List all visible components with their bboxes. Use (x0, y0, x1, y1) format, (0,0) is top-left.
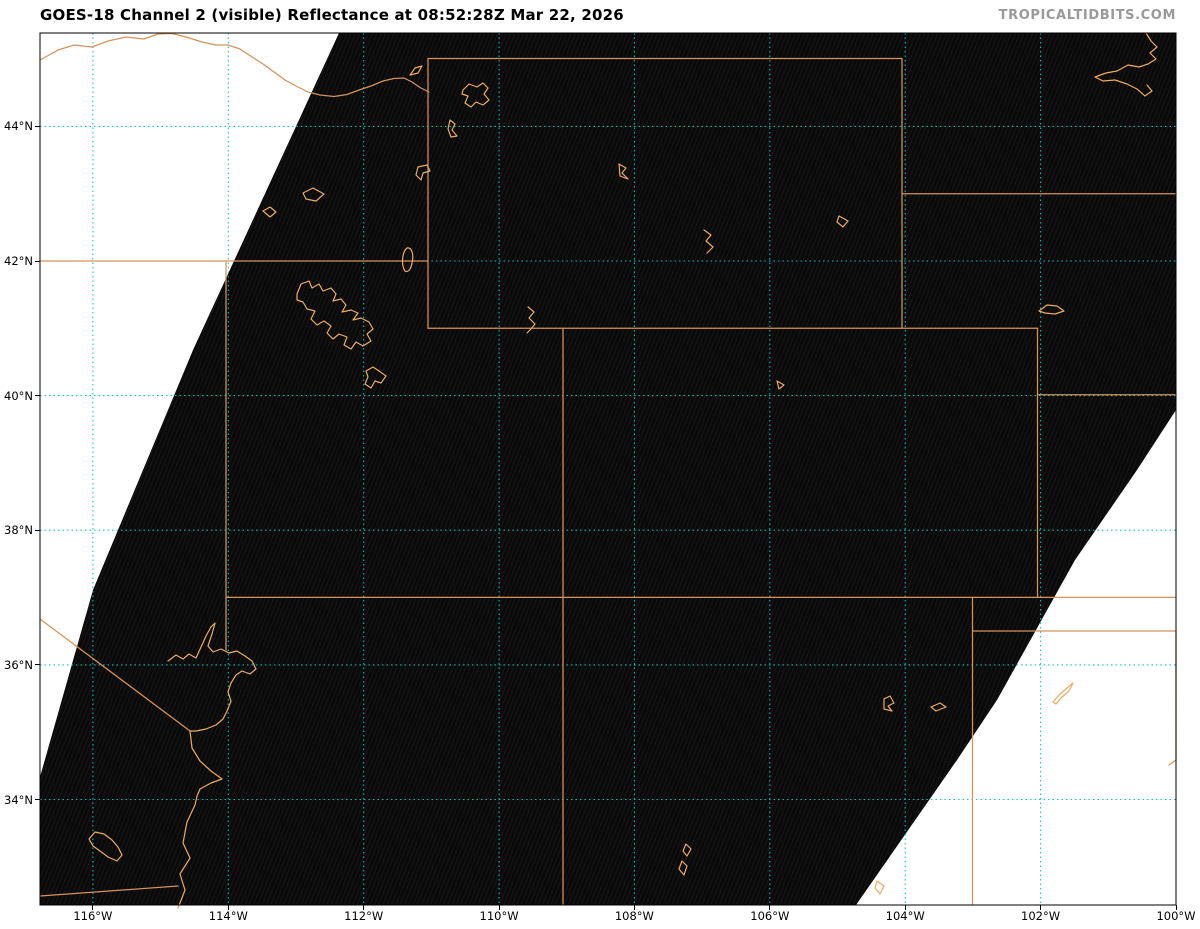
water-lake-mead-colorado-river (167, 622, 257, 909)
x-tick-label: 108°W (614, 909, 654, 923)
x-tick-label: 104°W (885, 909, 925, 923)
y-tick-label: 38°N (4, 523, 33, 538)
x-tick (92, 905, 94, 910)
x-tick-label: 116°W (73, 909, 113, 923)
water-bear-lake (401, 247, 414, 273)
water-riverside-reservoir (776, 380, 785, 390)
y-tick (35, 799, 40, 800)
map-canvas (39, 32, 1177, 909)
water-salton-sea (88, 831, 123, 862)
y-tick (35, 529, 40, 531)
y-tick-label: 40°N (4, 388, 33, 403)
x-tick (904, 905, 906, 910)
water-lake-oahe-missouri-river (1094, 32, 1158, 97)
border-wyoming-outline (427, 57, 903, 329)
y-tick (35, 260, 40, 262)
x-tick-label: 110°W (479, 909, 519, 923)
water-lake-mcconaughy (1038, 304, 1065, 315)
no-data-wedge-southeast (856, 410, 1176, 905)
no-data-regions (40, 33, 1176, 905)
x-tick (1175, 905, 1177, 910)
water-elephant-butte-reservoir (678, 843, 692, 876)
x-tick (363, 905, 365, 910)
water-mud-lake-area (262, 187, 325, 218)
x-tick (633, 905, 635, 910)
y-tick-label: 44°N (4, 119, 33, 134)
water-yellowstone-lake (461, 82, 490, 108)
y-tick (35, 125, 40, 127)
image-title: GOES-18 Channel 2 (visible) Reflectance … (40, 6, 624, 24)
x-tick-label: 112°W (344, 909, 384, 923)
water-seminoe-pathfinder-reservoirs (703, 229, 714, 254)
water-flaming-gorge-reservoir (526, 306, 536, 334)
water-hebgen-lake (409, 65, 423, 76)
x-tick (769, 905, 771, 910)
x-tick-label: 102°W (1021, 909, 1061, 923)
satellite-image-page: GOES-18 Channel 2 (visible) Reflectance … (0, 0, 1200, 929)
water-conchas-lake (883, 695, 895, 712)
y-tick-label: 42°N (4, 254, 33, 268)
water-jackson-lake (447, 119, 458, 138)
site-watermark: TROPICALTIDBITS.COM (998, 8, 1176, 23)
satellite-map-svg (39, 32, 1177, 909)
y-tick (35, 664, 40, 666)
y-tick-label: 34°N (4, 792, 33, 807)
water-ute-reservoir (930, 702, 947, 712)
x-tick (498, 905, 500, 910)
x-tick (1040, 905, 1042, 910)
x-tick-label: 106°W (750, 909, 790, 923)
y-tick (35, 395, 40, 397)
water-utah-lake (364, 366, 387, 389)
y-tick-label: 36°N (4, 657, 33, 672)
water-glendo-reservoir (836, 215, 849, 228)
border-mexico-border (39, 885, 179, 897)
x-tick (227, 905, 229, 910)
water-boysen-reservoir (618, 163, 629, 180)
x-tick-label: 100°W (1156, 909, 1196, 923)
water-great-salt-lake (296, 280, 374, 350)
x-tick-label: 114°W (208, 909, 248, 923)
